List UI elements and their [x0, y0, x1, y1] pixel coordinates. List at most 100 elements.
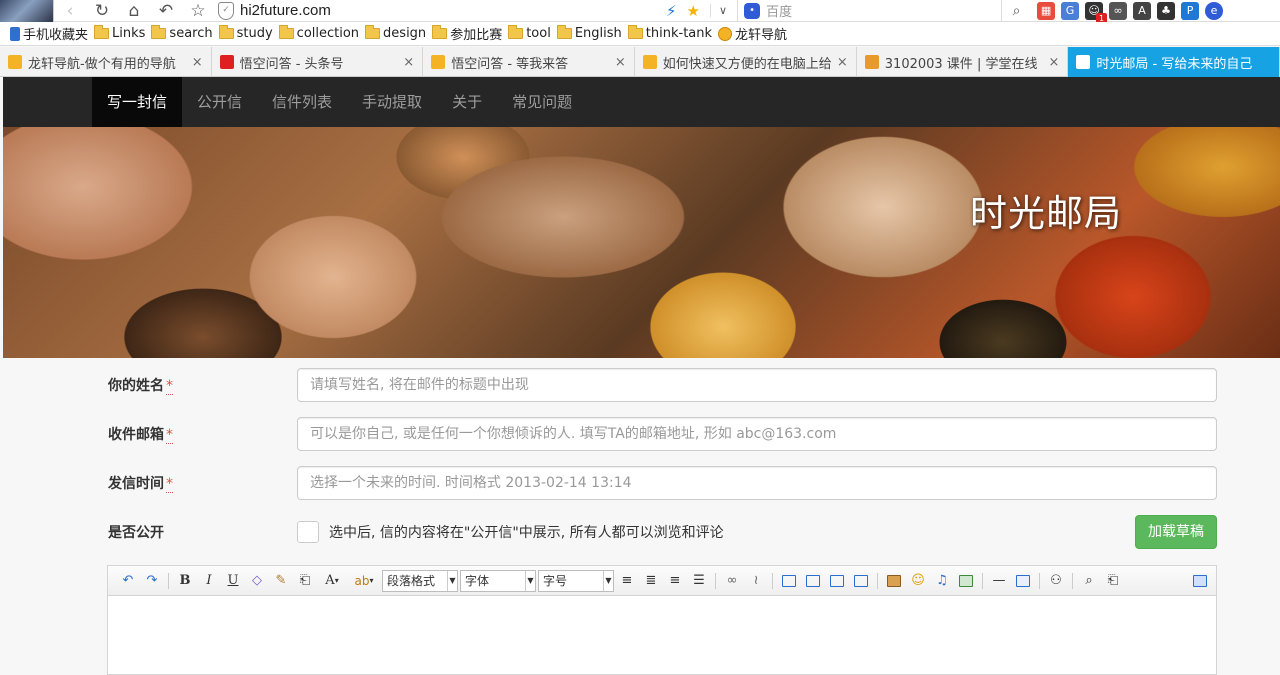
translate-icon[interactable]: G — [1061, 1, 1080, 20]
paragraph-format-select[interactable]: 段落格式 ▼ — [382, 569, 458, 592]
align-left-icon[interactable]: ≡ — [615, 570, 639, 592]
highlight-color-button[interactable]: ab ▾ — [347, 570, 381, 592]
bookmark-item[interactable]: 参加比赛 — [432, 24, 502, 43]
apps-grid-icon[interactable]: ▦ — [1037, 1, 1056, 20]
align-center-icon[interactable]: ≣ — [639, 570, 663, 592]
preview-icon[interactable]: ⌕ — [1077, 570, 1101, 592]
ie-icon[interactable]: e — [1205, 1, 1224, 20]
music-icon[interactable]: ♫ — [930, 570, 954, 592]
link-icon[interactable]: ∞ — [720, 570, 744, 592]
bookmark-item[interactable]: design — [365, 25, 427, 41]
nav-item[interactable]: 关于 — [437, 77, 497, 127]
ghost-extension-icon[interactable]: ☺ 1 — [1085, 1, 1108, 24]
unlink-icon[interactable]: ≀ — [744, 570, 768, 592]
nav-item[interactable]: 公开信 — [182, 77, 257, 127]
toolbar-divider — [772, 572, 773, 589]
close-icon[interactable]: × — [192, 55, 203, 70]
browser-tab[interactable]: 如何快速又方便的在电脑上给图 × — [635, 47, 857, 77]
nav-item[interactable]: 写一封信 — [92, 77, 183, 127]
home-icon[interactable]: ⌂ — [118, 0, 150, 22]
format-brush-icon[interactable]: ✎ — [269, 570, 293, 592]
bookmark-label: design — [383, 26, 427, 41]
lightning-icon[interactable]: ⚡ — [666, 2, 677, 20]
horizontal-rule-icon[interactable]: — — [987, 570, 1011, 592]
align-right-icon[interactable]: ≡ — [663, 570, 687, 592]
emoji-icon[interactable]: ☺ — [906, 570, 930, 592]
search-engine-box[interactable]: • 百度 — [737, 0, 1001, 22]
send-time-input[interactable] — [297, 466, 1217, 500]
align-justify-icon[interactable]: ☰ — [687, 570, 711, 592]
eraser-icon[interactable]: ◇ — [245, 570, 269, 592]
dictionary-icon[interactable]: A — [1133, 1, 1152, 20]
back-icon[interactable]: ‹ — [54, 0, 86, 22]
send-time-label: 发信时间 * — [108, 476, 173, 493]
bookmark-item[interactable]: search — [151, 25, 213, 41]
browser-tab[interactable]: 时光邮局 - 写给未来的自己 — [1068, 47, 1280, 77]
bookmark-item[interactable]: English — [556, 25, 622, 41]
browser-tab[interactable]: 悟空问答 - 等我来答 × — [423, 47, 635, 77]
evernote-icon[interactable]: ♣ — [1157, 1, 1176, 20]
user-avatar[interactable] — [0, 0, 54, 22]
nav-item[interactable]: 手动提取 — [347, 77, 437, 127]
url-field[interactable]: hi2future.com — [240, 2, 660, 19]
font-size-select[interactable]: 字号 ▼ — [538, 569, 614, 592]
security-shield-icon[interactable]: ✓ — [218, 1, 234, 20]
editor-content-area[interactable] — [108, 596, 1216, 674]
font-color-button[interactable]: A ▾ — [317, 570, 347, 592]
load-draft-button[interactable]: 加载草稿 — [1135, 515, 1217, 549]
name-input[interactable] — [297, 368, 1217, 402]
insert-frame-icon[interactable] — [954, 570, 978, 592]
form-row-time: 发信时间 * — [0, 466, 1280, 500]
italic-button[interactable]: I — [197, 570, 221, 592]
image-float-left-icon[interactable] — [777, 570, 801, 592]
image-float-right-icon[interactable] — [801, 570, 825, 592]
close-icon[interactable]: × — [837, 55, 848, 70]
chevron-down-icon[interactable]: ∨ — [710, 4, 727, 17]
bookmark-item[interactable]: study — [218, 25, 273, 41]
chevron-down-icon: ▾ — [334, 576, 339, 585]
folder-icon — [278, 25, 294, 39]
close-icon[interactable]: × — [615, 55, 626, 70]
bookmark-item[interactable]: tool — [508, 25, 551, 41]
browser-tab[interactable]: 3102003 课件 | 学堂在线 × — [857, 47, 1069, 77]
close-icon[interactable]: × — [403, 55, 414, 70]
folder-icon — [627, 25, 643, 39]
browser-address-bar: ‹ ↻ ⌂ ↶ ☆ ✓ hi2future.com ⚡ ★ ∨ • 百度 ⌕ ▦… — [0, 0, 1280, 24]
close-icon[interactable]: × — [1048, 55, 1059, 70]
redo-icon[interactable]: ↷ — [140, 570, 164, 592]
bookmark-item[interactable]: think-tank — [627, 25, 712, 41]
search-input[interactable]: 百度 — [766, 1, 792, 20]
public-checkbox[interactable] — [297, 521, 319, 543]
bookmark-star-icon[interactable]: ★ — [687, 2, 700, 20]
image-center-icon[interactable] — [849, 570, 873, 592]
paste-icon[interactable]: ⎗ — [1101, 570, 1125, 592]
refresh-icon[interactable]: ↻ — [86, 0, 118, 22]
paste-text-icon[interactable]: ⎗ — [293, 570, 317, 592]
nav-item[interactable]: 信件列表 — [257, 77, 347, 127]
browser-tab[interactable]: 悟空问答 - 头条号 × — [212, 47, 424, 77]
underline-button[interactable]: U — [221, 570, 245, 592]
insert-date-icon[interactable] — [1011, 570, 1035, 592]
baidu-icon[interactable]: • — [744, 2, 761, 19]
required-mark: * — [166, 427, 173, 444]
p-extension-icon[interactable]: P — [1181, 1, 1200, 20]
bookmark-item[interactable]: Links — [94, 25, 145, 41]
nav-item[interactable]: 常见问题 — [497, 77, 587, 127]
bookmark-item[interactable]: 龙轩导航 — [718, 24, 787, 43]
bold-button[interactable]: B — [173, 570, 197, 592]
font-family-select[interactable]: 字体 ▼ — [460, 569, 536, 592]
browser-tab[interactable]: 龙轩导航-做个有用的导航 × — [0, 47, 212, 77]
undo-icon[interactable]: ↶ — [150, 0, 182, 22]
fullscreen-icon[interactable] — [1188, 570, 1212, 592]
link-extension-icon[interactable]: ∞ — [1109, 1, 1128, 20]
bookmark-item[interactable]: 手机收藏夹 — [10, 24, 88, 43]
search-icon[interactable]: ⌕ — [1001, 0, 1031, 22]
email-input[interactable] — [297, 417, 1217, 451]
bookmark-item[interactable]: collection — [278, 25, 359, 41]
favorite-star-icon[interactable]: ☆ — [182, 0, 214, 22]
image-inline-icon[interactable] — [825, 570, 849, 592]
find-replace-icon[interactable]: ⚇ — [1044, 570, 1068, 592]
editor-toolbar: ↶ ↷ B I U ◇ ✎ ⎗ A ▾ ab ▾ 段落格式 ▼ 字体 ▼ 字号 ▼ ≡ ≣… — [108, 566, 1216, 596]
insert-image-icon[interactable] — [882, 570, 906, 592]
undo-icon[interactable]: ↶ — [116, 570, 140, 592]
